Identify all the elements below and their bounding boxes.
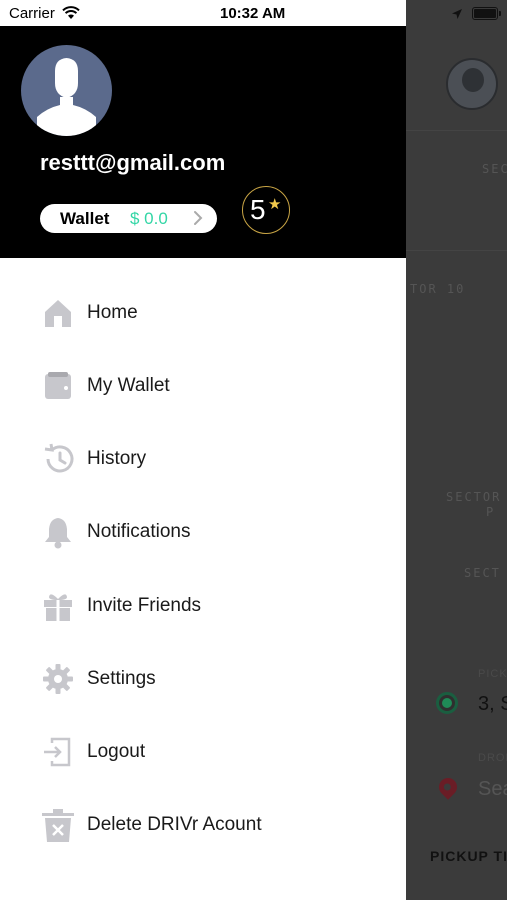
drop-search-input[interactable]: Sea: [478, 778, 507, 801]
map-label: TOR 10: [410, 282, 466, 296]
menu-item-label: Home: [87, 302, 138, 323]
logout-icon: [40, 735, 76, 769]
menu-item-label: History: [87, 448, 147, 469]
rating-value: 5: [250, 194, 266, 225]
background-avatar: [446, 58, 498, 110]
chevron-right-icon: [193, 210, 203, 231]
home-icon: [40, 296, 76, 330]
menu-item-label: My Wallet: [87, 375, 170, 396]
pickup-label: PICK: [478, 668, 507, 680]
star-icon: ★: [268, 196, 282, 213]
menu-item-label: Delete DRIVr Acount: [87, 814, 262, 835]
menu-item-invite-friends[interactable]: Invite Friends: [0, 577, 406, 633]
status-bar-left: [0, 0, 406, 26]
user-email: resttt@gmail.com: [40, 150, 226, 175]
rating-badge: 5 ★: [242, 186, 290, 234]
map-road: [406, 130, 507, 131]
location-arrow-icon: [451, 7, 463, 25]
menu-item-label: Settings: [87, 668, 156, 689]
menu-item-delete-account[interactable]: Delete DRIVr Acount: [0, 796, 406, 852]
wallet-label: Wallet: [60, 209, 110, 228]
status-bar: Carrier 10:32 AM: [0, 0, 507, 26]
carrier-label: Carrier: [9, 5, 55, 22]
map-label: SECT: [464, 566, 501, 580]
map-label: P: [486, 505, 496, 519]
menu-item-history[interactable]: History: [0, 430, 406, 486]
location-pin-icon: [435, 774, 461, 800]
trash-icon: [40, 808, 76, 842]
wallet-balance: $ 0.0: [130, 209, 168, 228]
drop-label: DROP: [478, 752, 507, 764]
menu-item-logout[interactable]: Logout: [0, 723, 406, 779]
history-icon: [40, 442, 76, 476]
gift-icon: [40, 589, 76, 623]
wallet-button[interactable]: Wallet $ 0.0: [40, 204, 217, 233]
wifi-icon: [62, 6, 80, 25]
pickup-time-label[interactable]: PICKUP TI: [430, 848, 507, 864]
menu-item-notifications[interactable]: Notifications: [0, 503, 406, 559]
map-label: SECTOR: [446, 490, 502, 504]
menu-item-label: Notifications: [87, 521, 191, 542]
menu-item-home[interactable]: Home: [0, 284, 406, 340]
battery-icon: [472, 7, 501, 20]
menu-item-wallet[interactable]: My Wallet: [0, 357, 406, 413]
side-drawer: resttt@gmail.com Wallet $ 0.0 5 ★ Home M…: [0, 26, 406, 900]
map-road: [406, 250, 507, 251]
clock: 10:32 AM: [220, 5, 286, 22]
profile-header: resttt@gmail.com Wallet $ 0.0 5 ★: [0, 26, 406, 258]
menu-item-settings[interactable]: Settings: [0, 650, 406, 706]
gear-icon: [40, 662, 76, 696]
map-label: SECT: [482, 162, 507, 176]
bell-icon: [40, 515, 76, 549]
menu-item-label: Invite Friends: [87, 595, 202, 616]
pickup-dot-icon: [436, 692, 458, 714]
avatar[interactable]: [21, 45, 112, 136]
user-placeholder-icon: [37, 58, 96, 136]
wallet-icon: [40, 369, 76, 403]
pickup-address[interactable]: 3, S: [478, 693, 507, 716]
background-screen: SECT TOR 10 SECTOR P SECT PICK 3, S DROP…: [406, 0, 507, 900]
menu-item-label: Logout: [87, 741, 146, 762]
